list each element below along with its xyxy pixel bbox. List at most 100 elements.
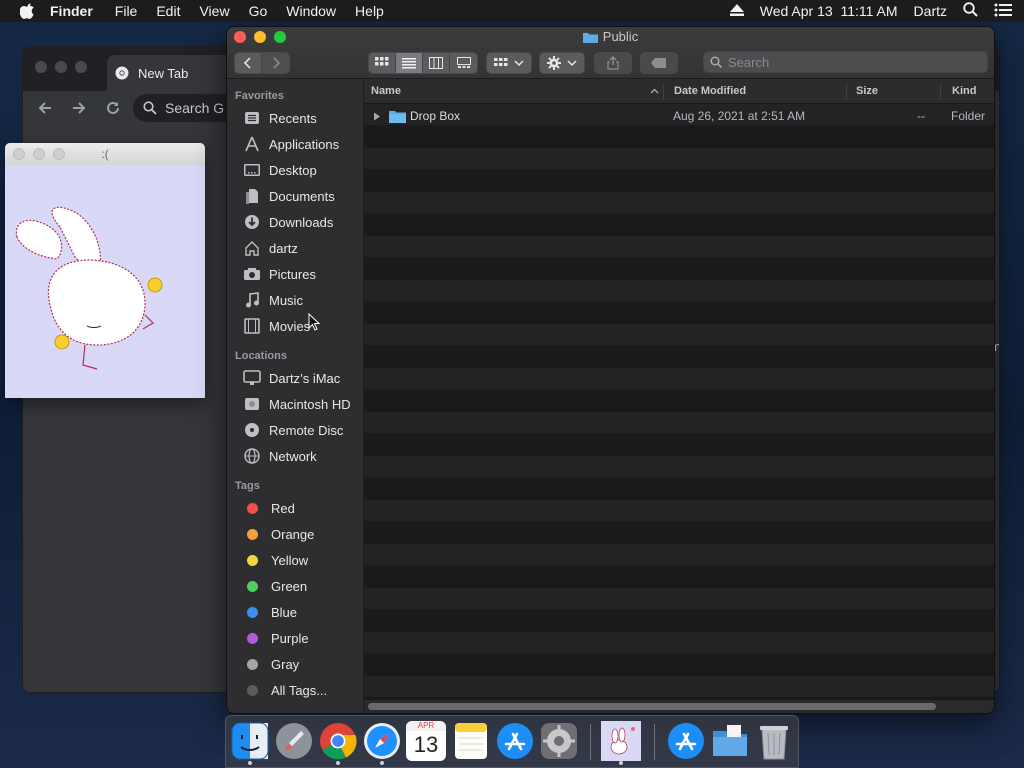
close-button[interactable] (35, 61, 47, 73)
menu-file[interactable]: File (115, 3, 138, 19)
launchpad-icon[interactable] (274, 721, 314, 761)
apple-icon[interactable] (20, 3, 36, 19)
sidebar-item-label: Downloads (269, 214, 334, 230)
sidebar-tag-purple[interactable]: Purple (227, 625, 363, 651)
view-mode-control[interactable] (368, 52, 478, 74)
sidebar-item-label: Music (269, 292, 303, 308)
sidebar-item-dartz[interactable]: dartz (227, 235, 363, 261)
sidebar-item-documents[interactable]: Documents (227, 183, 363, 209)
recents-icon (243, 109, 261, 127)
horizontal-scrollbar[interactable] (364, 699, 994, 713)
trash-icon[interactable] (754, 721, 794, 761)
column-header-name[interactable]: Name (371, 79, 661, 104)
music-icon (243, 291, 261, 309)
network-icon (243, 447, 261, 465)
sidebar-item-label: Remote Disc (269, 422, 344, 438)
back-arrow-icon[interactable] (37, 100, 53, 116)
clock[interactable]: Wed Apr 13 11:11 AM (760, 3, 898, 19)
sidebar-item-downloads[interactable]: Downloads (227, 209, 363, 235)
pictures-icon (243, 265, 261, 283)
scrollbar-thumb[interactable] (368, 703, 936, 710)
menu-finder[interactable]: Finder (50, 3, 93, 19)
sidebar-tag-blue[interactable]: Blue (227, 599, 363, 625)
action-button[interactable] (539, 52, 585, 74)
finder-window[interactable]: Public Search Favorites Recents Applicat… (226, 26, 995, 714)
calendar-icon[interactable]: APR 13 (406, 721, 446, 761)
sidebar-item-remote-disc[interactable]: Remote Disc (227, 417, 363, 443)
minimize-button[interactable] (55, 61, 67, 73)
bunny-app-icon[interactable] (601, 721, 641, 761)
sidebar-item-network[interactable]: Network (227, 443, 363, 469)
chrome-icon[interactable] (318, 721, 358, 761)
app-store-icon[interactable] (495, 721, 535, 761)
sidebar-item-pictures[interactable]: Pictures (227, 261, 363, 287)
forward-arrow-icon[interactable] (71, 100, 87, 116)
menu-help[interactable]: Help (355, 3, 384, 19)
group-by-button[interactable] (486, 52, 532, 74)
edit-tags-button[interactable] (640, 52, 678, 74)
table-row[interactable]: Drop Box Aug 26, 2021 at 2:51 AM -- Fold… (364, 104, 994, 129)
downloads-icon (243, 213, 261, 231)
sidebar-item-imac[interactable]: Dartz’s iMac (227, 365, 363, 391)
spotlight-search-icon[interactable] (963, 2, 978, 20)
column-header-kind[interactable]: Kind (952, 79, 992, 104)
column-header-size[interactable]: Size (856, 79, 936, 104)
address-bar-text: Search G (165, 100, 225, 116)
notification-center-icon[interactable] (994, 3, 1012, 20)
forward-button[interactable] (262, 53, 289, 73)
file-list: Name Date Modified Size Kind Drop Box Au… (364, 79, 994, 713)
back-button[interactable] (235, 53, 262, 73)
finder-icon[interactable] (230, 721, 270, 761)
app-store-icon[interactable] (666, 721, 706, 761)
sidebar-tag-red[interactable]: Red (227, 495, 363, 521)
menu-edit[interactable]: Edit (156, 3, 180, 19)
share-button[interactable] (594, 52, 632, 74)
finder-sidebar: Favorites Recents Applications Desktop D… (227, 79, 364, 713)
disclosure-triangle-icon[interactable] (373, 112, 381, 121)
sidebar-tag-orange[interactable]: Orange (227, 521, 363, 547)
reload-icon[interactable] (105, 100, 121, 116)
green-tag-icon (247, 580, 258, 592)
sidebar-item-macintosh-hd[interactable]: Macintosh HD (227, 391, 363, 417)
sidebar-tag-green[interactable]: Green (227, 573, 363, 599)
menu-window[interactable]: Window (286, 3, 336, 19)
finder-search-field[interactable] (703, 51, 988, 73)
column-header-date-modified[interactable]: Date Modified (674, 79, 844, 104)
purple-tag-icon (247, 632, 258, 644)
bunny-illustration (5, 165, 205, 398)
icon-view-button[interactable] (369, 53, 396, 73)
sidebar-all-tags[interactable]: All Tags... (227, 677, 363, 703)
search-input[interactable] (728, 54, 968, 70)
calendar-month: APR (406, 721, 446, 731)
chevron-left-icon (243, 57, 251, 69)
applications-icon (243, 135, 261, 153)
gallery-view-button[interactable] (450, 53, 477, 73)
safari-icon[interactable] (362, 721, 402, 761)
folder-icon[interactable] (710, 721, 750, 761)
bunny-app-window[interactable]: :( (5, 143, 205, 398)
sidebar-tag-gray[interactable]: Gray (227, 651, 363, 677)
sidebar-item-recents[interactable]: Recents (227, 105, 363, 131)
sidebar-item-applications[interactable]: Applications (227, 131, 363, 157)
bunny-window-titlebar[interactable]: :( (5, 143, 205, 165)
sidebar-item-label: Dartz’s iMac (269, 370, 341, 386)
zoom-button[interactable] (75, 61, 87, 73)
notes-icon[interactable] (451, 721, 491, 761)
back-forward-control[interactable] (234, 52, 290, 74)
chrome-icon (115, 66, 129, 80)
list-view-button[interactable] (396, 53, 423, 73)
sidebar-section-favorites: Favorites (235, 90, 284, 102)
sidebar-item-desktop[interactable]: Desktop (227, 157, 363, 183)
system-preferences-icon[interactable] (539, 721, 579, 761)
column-view-button[interactable] (423, 53, 450, 73)
sidebar-item-movies[interactable]: Movies (227, 313, 363, 339)
eject-icon[interactable] (729, 3, 744, 19)
tag-icon (651, 58, 666, 68)
menu-go[interactable]: Go (249, 3, 268, 19)
sidebar-item-music[interactable]: Music (227, 287, 363, 313)
yellow-tag-icon (247, 554, 258, 566)
menu-view[interactable]: View (199, 3, 229, 19)
sidebar-tag-yellow[interactable]: Yellow (227, 547, 363, 573)
user-menu[interactable]: Dartz (914, 3, 947, 19)
window-title: Public (227, 29, 994, 44)
